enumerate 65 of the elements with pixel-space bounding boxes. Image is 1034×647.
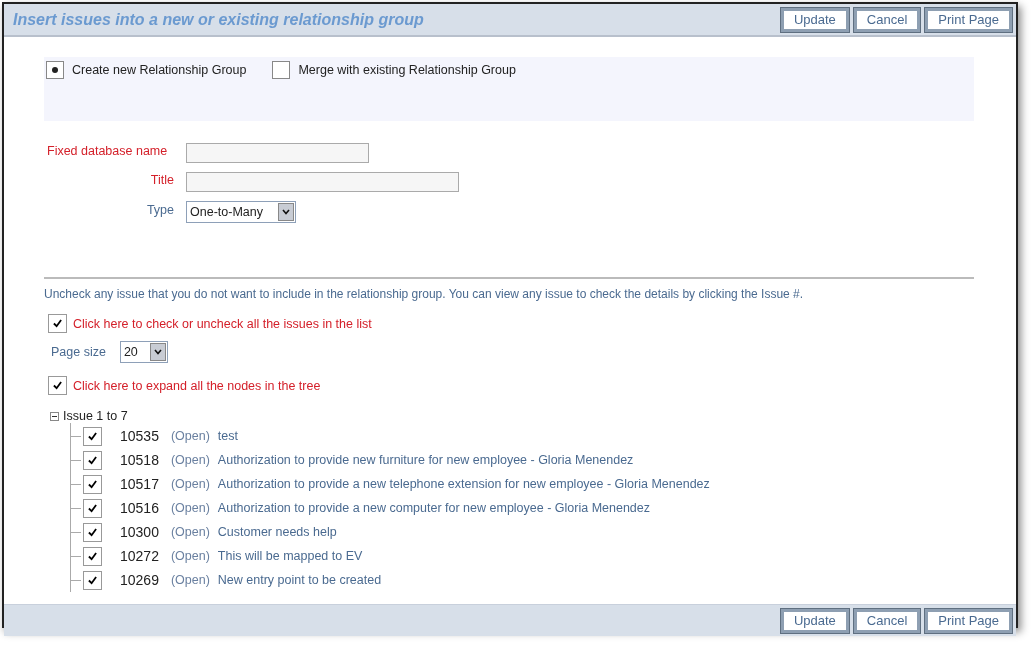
window-title: Insert issues into a new or existing relationship group: [13, 10, 424, 29]
checkbox[interactable]: [83, 522, 102, 542]
issue-number-link[interactable]: 10518: [120, 452, 159, 468]
checkmark-icon: [88, 551, 97, 561]
issue-status: (Open): [170, 477, 210, 491]
page-size-dropdown[interactable]: 20: [119, 341, 168, 363]
radio-label: Create new Relationship Group: [72, 63, 247, 77]
checkbox[interactable]: [48, 314, 67, 333]
issue-number-link[interactable]: 10269: [120, 572, 159, 588]
checkmark-icon: [88, 479, 97, 489]
checkbox[interactable]: [83, 546, 102, 566]
issue-summary: Authorization to provide a new computer for new employee - Gloria Menendez: [217, 501, 650, 515]
footer-button[interactable]: Cancel: [853, 608, 921, 633]
instructions-text: Uncheck any issue that you do not want to include in the relationship group. You can view any issue to check the details by clicking the Issue #.: [44, 287, 805, 301]
footer-button[interactable]: Print Page: [925, 608, 1012, 633]
issue-status: (Open): [170, 573, 210, 587]
field-label: Fixed database name: [46, 144, 169, 158]
issue-summary: test: [217, 429, 238, 443]
checkbox[interactable]: [83, 426, 102, 446]
tree-node-label[interactable]: Issue 1 to 7: [63, 409, 128, 423]
issue-summary: Authorization to provide new furniture for new employee - Gloria Menendez: [217, 453, 634, 467]
field-label: Type: [145, 203, 174, 217]
toolbar-button[interactable]: Print Page: [925, 7, 1012, 32]
text-field[interactable]: [186, 143, 369, 163]
toolbar-button[interactable]: Update: [780, 7, 849, 32]
type-dropdown[interactable]: One-to-Many: [186, 201, 296, 223]
footer-button[interactable]: Update: [780, 608, 849, 633]
issue-number-link[interactable]: 10300: [120, 524, 159, 540]
issue-status: (Open): [170, 453, 210, 467]
check-all-link[interactable]: Click here to check or uncheck all the issues in the list: [73, 316, 372, 331]
checkbox[interactable]: [48, 376, 67, 395]
checkbox[interactable]: [83, 570, 102, 590]
caret-icon: [278, 203, 294, 221]
checkbox[interactable]: [83, 474, 102, 494]
radio-button[interactable]: [272, 61, 291, 79]
issue-summary: Customer needs help: [217, 525, 337, 539]
checkmark-icon: [53, 381, 62, 390]
issue-number-link[interactable]: 10517: [120, 476, 159, 492]
issue-status: (Open): [170, 525, 210, 539]
caret-icon: [149, 343, 166, 361]
checkmark-icon: [88, 575, 97, 585]
issue-number-link[interactable]: 10516: [120, 500, 159, 516]
field-label: Title: [149, 173, 174, 187]
toolbar-button[interactable]: Cancel: [853, 7, 921, 32]
radio-label: Merge with existing Relationship Group: [298, 63, 516, 77]
expand-all-link[interactable]: Click here to expand all the nodes in the tree: [73, 378, 321, 393]
issue-number-link[interactable]: 10272: [120, 548, 159, 564]
checkmark-icon: [88, 431, 97, 441]
checkbox[interactable]: [83, 498, 102, 518]
issue-status: (Open): [170, 549, 210, 563]
issue-status: (Open): [170, 429, 210, 443]
issue-number-link[interactable]: 10535: [120, 428, 159, 444]
issue-status: (Open): [170, 501, 210, 515]
radio-button[interactable]: [46, 61, 64, 79]
issue-summary: This will be mapped to EV: [217, 549, 363, 563]
checkmark-icon: [88, 503, 97, 513]
issue-summary: New entry point to be created: [217, 573, 382, 587]
checkbox[interactable]: [83, 450, 102, 470]
checkmark-icon: [88, 527, 97, 537]
checkmark-icon: [88, 455, 97, 465]
issue-summary: Authorization to provide a new telephone extension for new employee - Gloria Menendez: [217, 477, 710, 491]
page-size-label: Page size: [51, 345, 106, 359]
collapse-icon[interactable]: [50, 411, 59, 421]
checkmark-icon: [53, 319, 62, 328]
text-field[interactable]: [186, 172, 459, 192]
